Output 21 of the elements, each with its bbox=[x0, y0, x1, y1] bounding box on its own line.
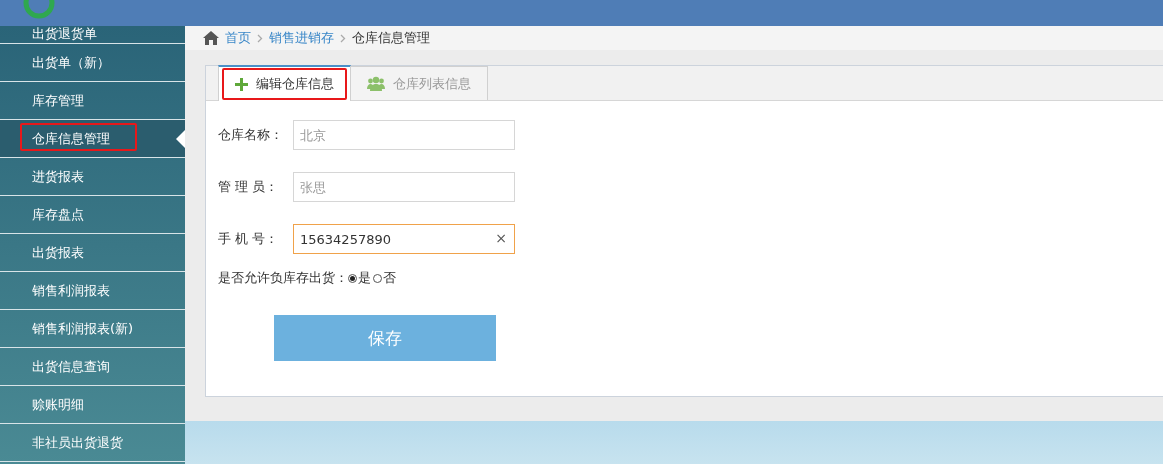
input-field[interactable]: 北京 bbox=[293, 120, 515, 150]
tab[interactable]: 仓库列表信息 bbox=[350, 66, 488, 100]
sidebar-item[interactable]: 仓库信息管理 bbox=[0, 120, 185, 158]
tab[interactable]: 编辑仓库信息 bbox=[218, 65, 351, 101]
sidebar-item[interactable]: 出货退货单 bbox=[0, 26, 185, 44]
field-label: 手 机 号： bbox=[218, 230, 280, 248]
chevron-icon bbox=[257, 33, 263, 43]
radio-label[interactable]: 是 bbox=[358, 269, 371, 287]
chevron-icon bbox=[340, 33, 346, 43]
breadcrumb-link[interactable]: 销售进销存 bbox=[269, 29, 334, 47]
users-icon bbox=[367, 76, 385, 91]
clear-button[interactable]: × bbox=[495, 230, 507, 246]
field-label: 管 理 员： bbox=[218, 178, 280, 196]
input-field[interactable]: 张思 bbox=[293, 172, 515, 202]
field-label: 仓库名称： bbox=[218, 126, 284, 144]
radio-label[interactable]: 否 bbox=[383, 269, 396, 287]
breadcrumb-link[interactable]: 首页 bbox=[225, 29, 251, 47]
radio-group-label: 是否允许负库存出货： bbox=[218, 269, 348, 287]
plus-icon bbox=[235, 77, 248, 91]
breadcrumb-current: 仓库信息管理 bbox=[352, 29, 430, 47]
home-icon bbox=[203, 31, 219, 45]
